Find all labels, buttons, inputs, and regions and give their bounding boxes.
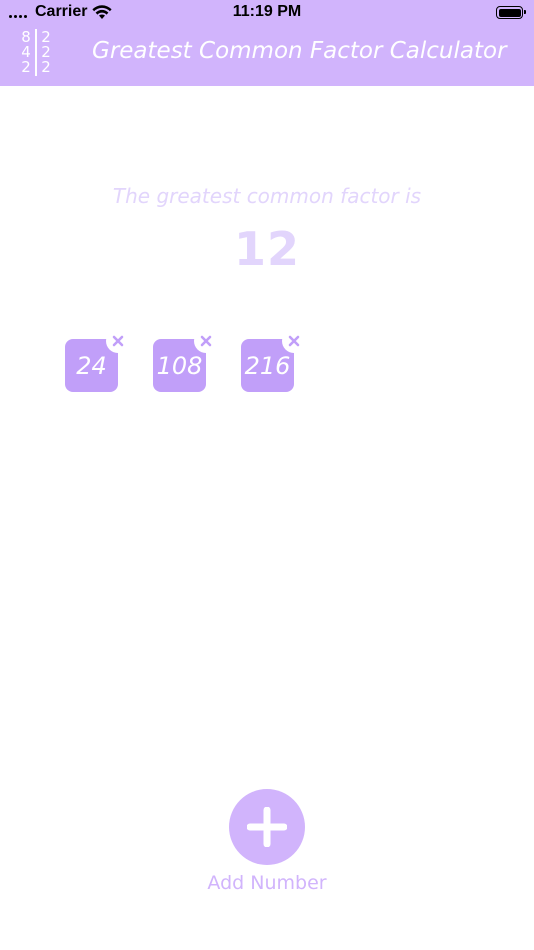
status-time: 11:19 PM [232,3,302,20]
add-number-button[interactable] [229,789,305,865]
app-logo-icon: 8 2 4 2 2 2 [18,29,54,77]
logo-digit: 2 [21,58,31,76]
logo-digit: 2 [41,58,51,76]
number-chip-value: 24 [76,352,107,380]
logo-divider [35,29,37,76]
close-icon [200,335,212,347]
add-number-label[interactable]: Add Number [0,872,534,894]
result-caption: The greatest common factor is [112,184,422,208]
number-chip[interactable]: 108 [153,329,218,392]
remove-number-button[interactable] [194,329,218,353]
status-bar: Carrier 11:19 PM [0,0,534,26]
remove-number-button[interactable] [106,329,130,353]
number-chip[interactable]: 216 [241,329,306,392]
app-title: Greatest Common Factor Calculator [92,38,507,64]
close-icon [112,335,124,347]
app-header: Carrier 11:19 PM 8 2 4 2 2 2 Greatest Co… [0,0,534,86]
close-icon [288,335,300,347]
number-chip-value: 108 [156,352,203,380]
result-value: 12 [233,222,300,276]
battery-icon [496,6,526,19]
number-chip-value: 216 [244,352,291,380]
remove-number-button[interactable] [282,329,306,353]
plus-icon [247,807,287,847]
number-chip[interactable]: 24 [65,329,130,392]
